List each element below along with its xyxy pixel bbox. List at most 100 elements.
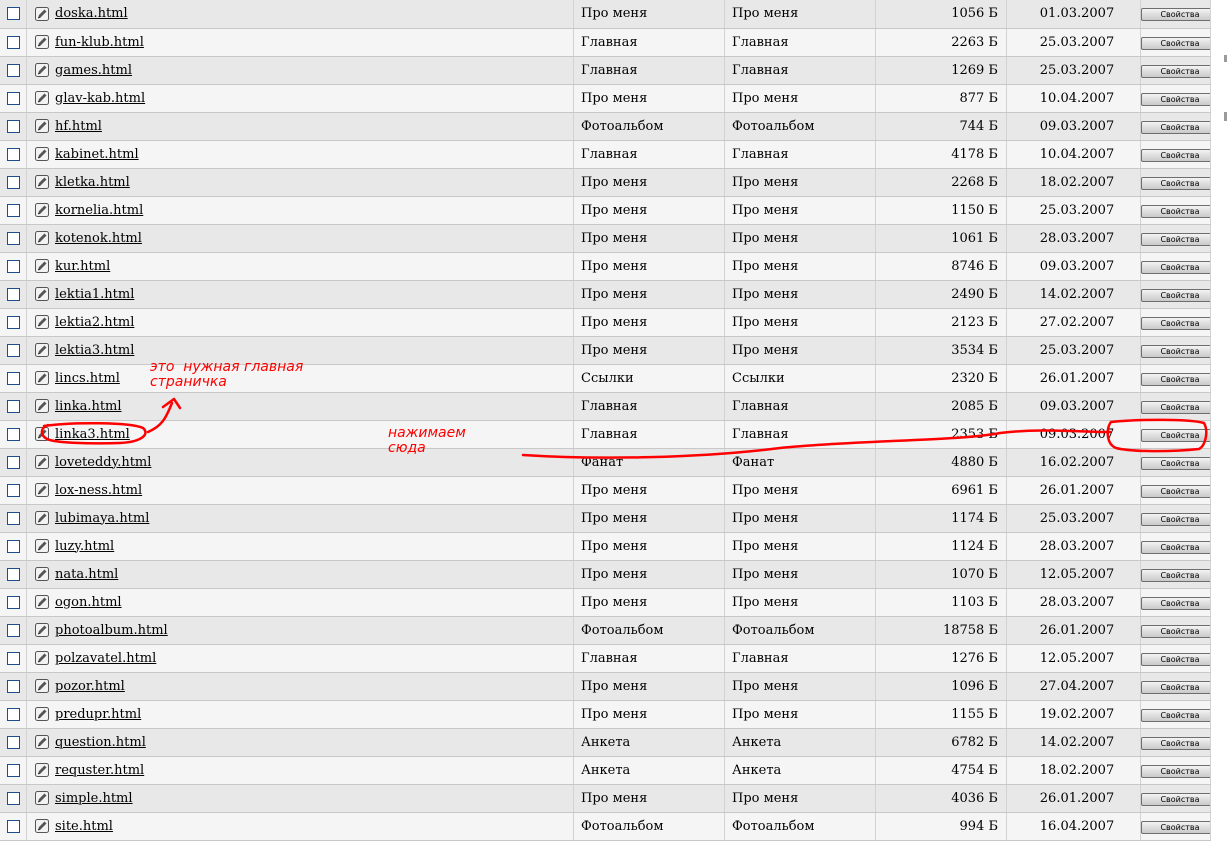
properties-button[interactable]: Свойства (1141, 624, 1210, 638)
row-checkbox[interactable] (6, 819, 20, 833)
properties-button[interactable]: Свойства (1141, 120, 1210, 134)
properties-button[interactable]: Свойства (1141, 288, 1210, 302)
file-name-link[interactable]: lektia3.html (55, 343, 134, 358)
properties-button[interactable]: Свойства (1141, 344, 1210, 358)
row-checkbox[interactable] (6, 763, 20, 777)
properties-button[interactable]: Свойства (1141, 64, 1210, 78)
row-checkbox[interactable] (6, 679, 20, 693)
row-checkbox[interactable] (6, 707, 20, 721)
file-name-link[interactable]: lox-ness.html (55, 483, 142, 498)
properties-button[interactable]: Свойства (1141, 456, 1210, 470)
edit-page-icon[interactable] (35, 819, 49, 833)
edit-page-icon[interactable] (35, 567, 49, 581)
row-checkbox[interactable] (6, 399, 20, 413)
edit-page-icon[interactable] (35, 91, 49, 105)
file-name-link[interactable]: kabinet.html (55, 147, 139, 162)
properties-button[interactable]: Свойства (1141, 568, 1210, 582)
edit-page-icon[interactable] (35, 623, 49, 637)
edit-page-icon[interactable] (35, 259, 49, 273)
row-checkbox[interactable] (6, 791, 20, 805)
properties-button[interactable]: Свойства (1141, 204, 1210, 218)
properties-button[interactable]: Свойства (1141, 400, 1210, 414)
file-name-link[interactable]: requster.html (55, 763, 144, 778)
file-name-link[interactable]: predupr.html (55, 707, 141, 722)
edit-page-icon[interactable] (35, 63, 49, 77)
row-checkbox[interactable] (6, 343, 20, 357)
edit-page-icon[interactable] (35, 315, 49, 329)
row-checkbox[interactable] (6, 119, 20, 133)
file-name-link[interactable]: lektia2.html (55, 315, 134, 330)
file-name-link[interactable]: linka.html (55, 399, 122, 414)
file-name-link[interactable]: pozor.html (55, 679, 125, 694)
edit-page-icon[interactable] (35, 763, 49, 777)
row-checkbox[interactable] (6, 175, 20, 189)
file-name-link[interactable]: linka3.html (55, 427, 130, 442)
properties-button[interactable]: Свойства (1141, 736, 1210, 750)
properties-button[interactable]: Свойства (1141, 708, 1210, 722)
file-name-link[interactable]: lincs.html (55, 371, 120, 386)
properties-button[interactable]: Свойства (1141, 176, 1210, 190)
file-name-link[interactable]: doska.html (55, 6, 128, 21)
row-checkbox[interactable] (6, 483, 20, 497)
properties-button[interactable]: Свойства (1141, 820, 1210, 834)
edit-page-icon[interactable] (35, 455, 49, 469)
properties-button[interactable]: Свойства (1141, 232, 1210, 246)
file-name-link[interactable]: lektia1.html (55, 287, 134, 302)
properties-button[interactable]: Свойства (1141, 680, 1210, 694)
file-name-link[interactable]: ogon.html (55, 595, 122, 610)
file-name-link[interactable]: loveteddy.html (55, 455, 151, 470)
file-name-link[interactable]: hf.html (55, 119, 102, 134)
edit-page-icon[interactable] (35, 735, 49, 749)
properties-button[interactable]: Свойства (1141, 764, 1210, 778)
properties-button[interactable]: Свойства (1141, 596, 1210, 610)
row-checkbox[interactable] (6, 567, 20, 581)
file-name-link[interactable]: kornelia.html (55, 203, 143, 218)
row-checkbox[interactable] (6, 231, 20, 245)
edit-page-icon[interactable] (35, 791, 49, 805)
row-checkbox[interactable] (6, 623, 20, 637)
edit-page-icon[interactable] (35, 287, 49, 301)
edit-page-icon[interactable] (35, 35, 49, 49)
file-name-link[interactable]: luzy.html (55, 539, 114, 554)
file-name-link[interactable]: glav-kab.html (55, 91, 145, 106)
file-name-link[interactable]: fun-klub.html (55, 35, 144, 50)
row-checkbox[interactable] (6, 91, 20, 105)
edit-page-icon[interactable] (35, 483, 49, 497)
properties-button[interactable]: Свойства (1141, 512, 1210, 526)
row-checkbox[interactable] (6, 735, 20, 749)
edit-page-icon[interactable] (35, 371, 49, 385)
file-name-link[interactable]: photoalbum.html (55, 623, 168, 638)
file-name-link[interactable]: games.html (55, 63, 132, 78)
edit-page-icon[interactable] (35, 399, 49, 413)
row-checkbox[interactable] (6, 7, 20, 21)
row-checkbox[interactable] (6, 371, 20, 385)
edit-page-icon[interactable] (35, 539, 49, 553)
file-name-link[interactable]: kotenok.html (55, 231, 142, 246)
edit-page-icon[interactable] (35, 6, 49, 21)
edit-page-icon[interactable] (35, 119, 49, 133)
file-name-link[interactable]: simple.html (55, 791, 133, 806)
edit-page-icon[interactable] (35, 707, 49, 721)
file-name-link[interactable]: polzavatel.html (55, 651, 156, 666)
file-name-link[interactable]: lubimaya.html (55, 511, 149, 526)
file-name-link[interactable]: site.html (55, 819, 113, 834)
file-name-link[interactable]: kur.html (55, 259, 110, 274)
edit-page-icon[interactable] (35, 595, 49, 609)
row-checkbox[interactable] (6, 63, 20, 77)
row-checkbox[interactable] (6, 287, 20, 301)
properties-button[interactable]: Свойства (1141, 484, 1210, 498)
row-checkbox[interactable] (6, 511, 20, 525)
row-checkbox[interactable] (6, 455, 20, 469)
file-name-link[interactable]: kletka.html (55, 175, 130, 190)
edit-page-icon[interactable] (35, 203, 49, 217)
row-checkbox[interactable] (6, 147, 20, 161)
properties-button[interactable]: Свойства (1141, 36, 1210, 50)
row-checkbox[interactable] (6, 259, 20, 273)
row-checkbox[interactable] (6, 595, 20, 609)
row-checkbox[interactable] (6, 203, 20, 217)
properties-button[interactable]: Свойства (1141, 428, 1210, 442)
row-checkbox[interactable] (6, 427, 20, 441)
properties-button[interactable]: Свойства (1141, 316, 1210, 330)
file-name-link[interactable]: nata.html (55, 567, 118, 582)
properties-button[interactable]: Свойства (1141, 92, 1210, 106)
